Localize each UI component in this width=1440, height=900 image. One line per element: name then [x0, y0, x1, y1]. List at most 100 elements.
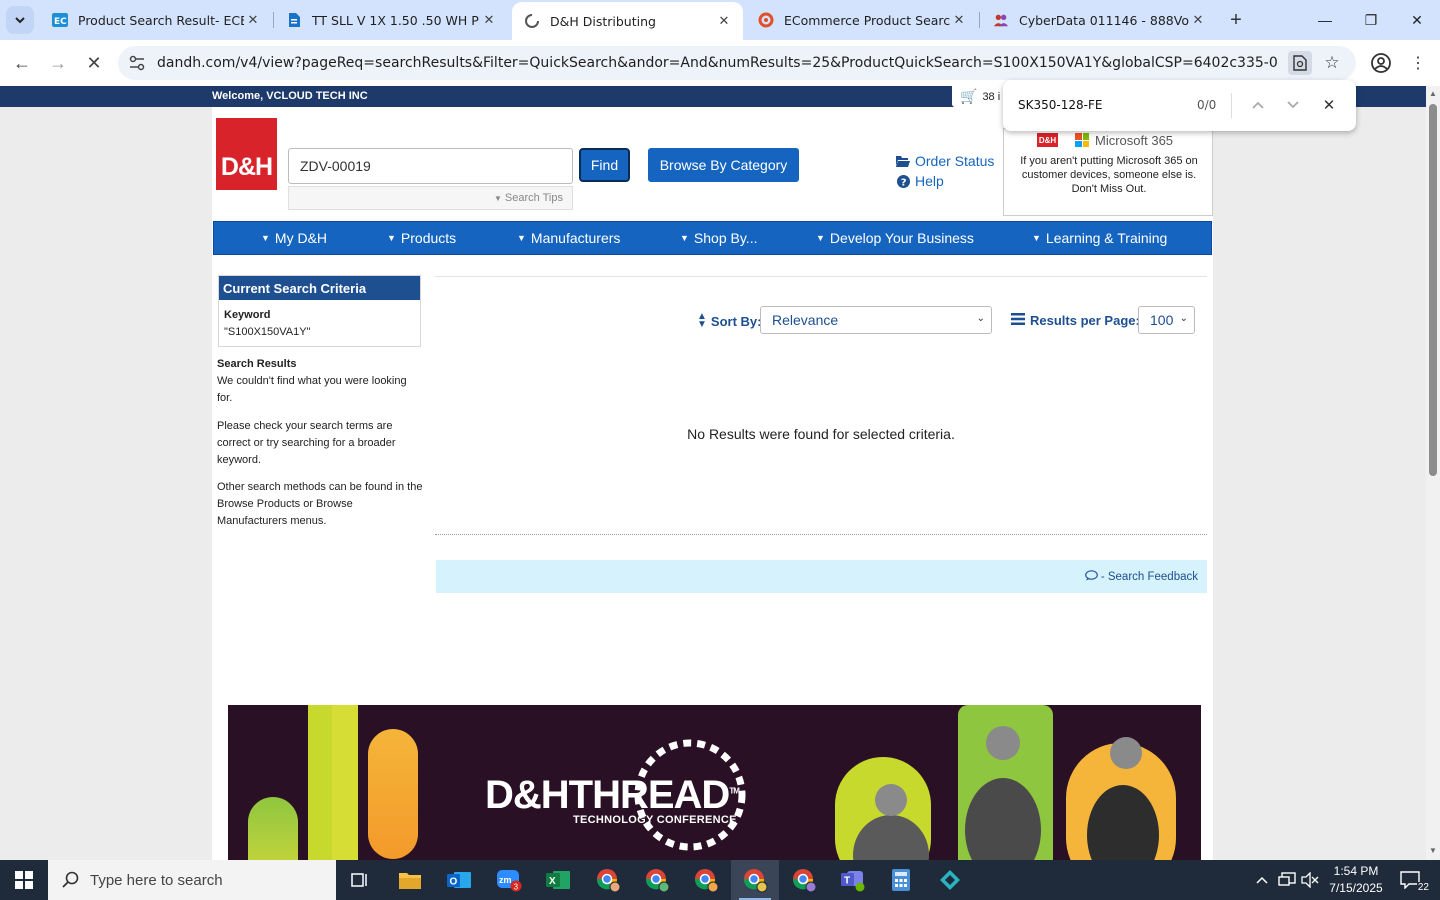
excel-icon[interactable]: X [534, 860, 582, 900]
chrome-profile-icon[interactable] [731, 860, 779, 900]
results-per-page-select[interactable]: 100 ⌄ [1138, 306, 1195, 334]
close-icon[interactable]: ✕ [244, 11, 262, 29]
tab-search-button[interactable] [6, 6, 34, 34]
taskbar-search-box[interactable]: Type here to search [48, 860, 336, 900]
nav-my-dandh[interactable]: ▼ My D&H [261, 230, 327, 246]
profile-icon[interactable] [1369, 51, 1393, 75]
system-clock[interactable]: 1:54 PM 7/15/2025 [1322, 863, 1390, 897]
tab-tt-sll[interactable]: TT SLL V 1X 1.50 .50 WH PK1 PR ✕ [274, 0, 508, 40]
microsoft-365-promo[interactable]: D&H Microsoft 365 If you aren't putting … [1003, 128, 1213, 216]
tab-dandh-active[interactable]: D&H Distributing ✕ [512, 2, 743, 40]
clock-time: 1:54 PM [1333, 864, 1379, 878]
find-match-count: 0/0 [1197, 98, 1217, 112]
tab-ecommerce-product-search[interactable]: ECommerce Product Search ✕ [746, 0, 978, 40]
nav-label: My D&H [274, 230, 328, 246]
task-view-icon[interactable] [336, 860, 384, 900]
scrollbar-thumb[interactable] [1429, 104, 1437, 476]
show-hidden-icons-button[interactable] [1252, 860, 1272, 900]
close-icon[interactable]: ✕ [715, 12, 733, 30]
page-scrollbar[interactable]: ▲ ▼ [1426, 86, 1440, 860]
nav-manufacturers[interactable]: ▼ Manufacturers [517, 230, 620, 246]
nav-develop-your-business[interactable]: ▼ Develop Your Business [816, 230, 974, 246]
browser-menu-icon[interactable]: ⋮ [1408, 51, 1428, 75]
calculator-icon[interactable] [877, 860, 925, 900]
outlook-icon[interactable]: O [435, 860, 483, 900]
chrome-profile-icon[interactable] [584, 860, 632, 900]
tab-product-search-result[interactable]: EC Product Search Result- ECExpre ✕ [40, 0, 272, 40]
volume-muted-icon[interactable] [1300, 860, 1320, 900]
search-feedback-link[interactable]: - Search Feedback [1101, 571, 1198, 583]
zoom-icon[interactable]: zm 3 [485, 860, 533, 900]
nav-label: Develop Your Business [829, 230, 974, 246]
notification-center-button[interactable]: 22 [1394, 860, 1430, 900]
scroll-up-arrow-icon[interactable]: ▲ [1429, 89, 1437, 98]
help-link[interactable]: ? Help [896, 173, 944, 189]
start-button[interactable] [0, 860, 48, 900]
nav-label: Shop By... [693, 230, 758, 246]
forward-button[interactable]: → [44, 49, 72, 77]
tab-separator [979, 12, 980, 28]
results-per-page-label: Results per Page: [1011, 313, 1140, 328]
browser-tab-strip: EC Product Search Result- ECExpre ✕ TT S… [0, 0, 1440, 40]
product-search-input[interactable] [288, 148, 573, 184]
caret-down-icon: ▼ [517, 233, 526, 243]
windows-taskbar: Type here to search O zm 3 X T 1:54 PM 7/… [0, 860, 1440, 900]
welcome-text: Welcome, VCLOUD TECH INC [212, 90, 368, 102]
zoom-badge: 3 [514, 882, 519, 891]
thread-conference-banner[interactable]: D&HTHREADTM TECHNOLOGY CONFERENCE [228, 705, 1201, 860]
microsoft-logo-icon [1075, 133, 1089, 147]
address-bar[interactable]: dandh.com/v4/view?pageReq=searchResults&… [118, 46, 1356, 80]
app-diamond-icon[interactable] [926, 860, 974, 900]
bookmark-star-icon[interactable]: ☆ [1320, 51, 1344, 75]
divider-dotted [435, 534, 1207, 535]
search-tips-toggle[interactable]: ▼ Search Tips [288, 186, 573, 210]
find-query-input[interactable]: SK350-128-FE [1018, 98, 1102, 112]
stop-loading-button[interactable]: ✕ [80, 49, 108, 77]
folder-open-icon [896, 155, 910, 167]
people-icon [993, 12, 1009, 28]
new-tab-button[interactable]: + [1224, 8, 1248, 32]
find-previous-button[interactable] [1246, 93, 1270, 117]
dandh-logo[interactable]: D&H [216, 118, 277, 190]
order-status-link[interactable]: Order Status [896, 153, 994, 169]
close-icon[interactable]: ✕ [950, 11, 968, 29]
nav-products[interactable]: ▼ Products [387, 230, 456, 246]
tab-cyberdata[interactable]: CyberData 011146 - 888VoIP ✕ [981, 0, 1217, 40]
taskbar-search-placeholder: Type here to search [90, 871, 223, 889]
teams-icon[interactable]: T [829, 860, 877, 900]
chevron-down-icon [1287, 101, 1299, 109]
find-in-page-icon[interactable] [1288, 51, 1312, 75]
search-feedback-bar: - Search Feedback [436, 560, 1207, 593]
svg-text:?: ? [900, 177, 906, 188]
nav-learning-training[interactable]: ▼ Learning & Training [1032, 230, 1167, 246]
search-tips-label: Search Tips [504, 192, 563, 204]
order-status-label: Order Status [915, 153, 995, 169]
scroll-down-arrow-icon[interactable]: ▼ [1429, 846, 1437, 855]
find-button[interactable]: Find [579, 148, 630, 182]
back-button[interactable]: ← [8, 49, 36, 77]
check-terms-message: Please check your search terms are corre… [217, 420, 396, 466]
find-close-button[interactable]: ✕ [1317, 93, 1341, 117]
chevron-down-icon: ⌄ [976, 313, 985, 324]
loading-spinner-icon [524, 13, 540, 29]
chrome-profile-icon[interactable] [633, 860, 681, 900]
file-explorer-icon[interactable] [386, 860, 434, 900]
svg-text:T: T [844, 876, 850, 887]
chrome-profile-icon[interactable] [682, 860, 730, 900]
find-next-button[interactable] [1281, 93, 1305, 117]
minimize-button[interactable]: — [1302, 0, 1348, 40]
nav-shop-by[interactable]: ▼ Shop By... [680, 230, 757, 246]
other-methods-message: Other search methods can be found in the… [217, 481, 423, 527]
chrome-profile-icon[interactable] [780, 860, 828, 900]
close-icon[interactable]: ✕ [480, 11, 498, 29]
sort-icon: ▲ ▼ [697, 311, 707, 330]
sort-by-select[interactable]: Relevance ⌄ [760, 306, 992, 334]
help-label: Help [915, 173, 944, 189]
network-icon[interactable] [1276, 860, 1298, 900]
chevron-down-icon: ⌄ [1179, 313, 1188, 324]
close-icon[interactable]: ✕ [1189, 11, 1207, 29]
browse-by-category-button[interactable]: Browse By Category [648, 148, 799, 182]
restore-button[interactable]: ❐ [1348, 0, 1394, 40]
site-settings-icon[interactable] [128, 54, 146, 72]
close-window-button[interactable]: ✕ [1394, 0, 1440, 40]
